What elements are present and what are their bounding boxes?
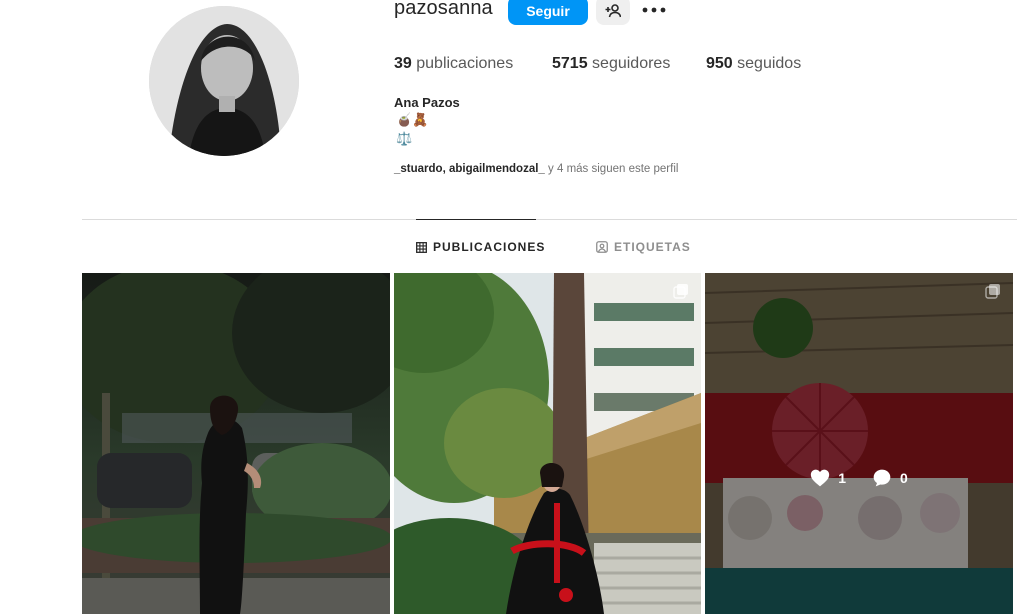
profile-full-name: Ana Pazos xyxy=(394,95,460,110)
following-count-stat[interactable]: 950 seguidos xyxy=(706,55,801,73)
heart-icon xyxy=(811,469,830,487)
post-hover-stats: 1 0 xyxy=(705,468,1013,488)
followed-by-suffix: y 4 más siguen este perfil xyxy=(548,163,679,175)
posts-count-stat: 39 publicaciones xyxy=(394,55,513,73)
posts-count: 39 xyxy=(394,55,412,72)
more-options-button[interactable] xyxy=(640,0,668,22)
follow-button[interactable]: Seguir xyxy=(508,0,588,25)
likes-count: 1 xyxy=(838,470,846,486)
posts-label: publicaciones xyxy=(416,55,514,72)
post-image xyxy=(394,273,701,614)
add-person-icon xyxy=(605,3,621,17)
post-thumbnail[interactable] xyxy=(394,273,701,614)
profile-username: pazosanna xyxy=(394,0,493,19)
section-divider xyxy=(82,219,1017,220)
post-image xyxy=(82,273,390,614)
tab-label: ETIQUETAS xyxy=(614,240,691,254)
tab-etiquetas[interactable]: ETIQUETAS xyxy=(596,240,691,254)
comments-count: 0 xyxy=(900,470,908,486)
avatar-photo xyxy=(149,6,299,156)
comments-stat: 0 xyxy=(872,468,908,488)
ellipsis-icon xyxy=(642,7,666,13)
followed-by-names: _stuardo, abigailmendozal_ xyxy=(394,163,545,175)
followers-count: 5715 xyxy=(552,55,588,72)
tab-label: PUBLICACIONES xyxy=(433,240,546,254)
followers-label: seguidores xyxy=(592,55,671,72)
post-thumbnail[interactable] xyxy=(82,273,390,614)
following-count: 950 xyxy=(706,55,733,72)
tab-publicaciones[interactable]: PUBLICACIONES xyxy=(416,240,545,254)
bio-emoji-line: 🧉🧸 xyxy=(396,112,429,127)
comment-icon xyxy=(873,469,891,487)
multiple-photos-icon xyxy=(673,284,688,299)
suggested-accounts-button[interactable] xyxy=(596,0,630,25)
followed-by-text[interactable]: _stuardo, abigailmendozal_ y 4 más sigue… xyxy=(394,163,678,175)
followers-count-stat[interactable]: 5715 seguidores xyxy=(552,55,670,73)
tag-icon xyxy=(596,241,608,253)
post-thumbnail[interactable]: 1 0 xyxy=(705,273,1013,614)
profile-avatar[interactable] xyxy=(149,6,299,156)
likes-stat: 1 xyxy=(810,468,846,488)
following-label: seguidos xyxy=(737,55,802,72)
active-tab-indicator xyxy=(416,219,536,220)
grid-icon xyxy=(416,241,427,253)
post-image xyxy=(705,273,1013,614)
multiple-photos-icon xyxy=(985,284,1000,299)
bio-emoji-line: ⚖️ xyxy=(396,131,413,146)
